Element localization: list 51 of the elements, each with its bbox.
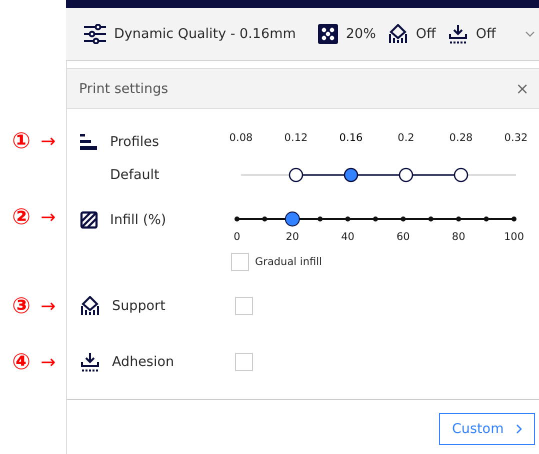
layer-height-label: 0.32 bbox=[504, 132, 528, 144]
adhesion-icon bbox=[448, 24, 468, 44]
support-icon bbox=[80, 296, 100, 316]
sliders-icon bbox=[84, 24, 106, 44]
setting-label: Support bbox=[112, 298, 166, 314]
adhesion-value: Off bbox=[476, 26, 496, 42]
profile-name: Dynamic Quality - 0.16mm bbox=[114, 26, 296, 42]
setting-label: Adhesion bbox=[112, 354, 174, 370]
tick-label: 60 bbox=[396, 231, 410, 243]
checkbox[interactable] bbox=[235, 353, 253, 371]
callout-number: ④ bbox=[12, 351, 31, 375]
callout-arrow: → bbox=[40, 295, 56, 319]
callout-number: ③ bbox=[12, 295, 31, 319]
callout-arrow: → bbox=[40, 130, 56, 154]
slider-handle[interactable] bbox=[284, 212, 300, 226]
tick-label: 100 bbox=[504, 231, 524, 243]
profile-label: Default bbox=[110, 167, 160, 183]
profile-stop[interactable] bbox=[398, 168, 414, 182]
profile-stop[interactable] bbox=[288, 168, 304, 182]
layer-height-label: 0.08 bbox=[229, 132, 253, 144]
support-icon bbox=[388, 24, 408, 44]
chevron-down-icon[interactable] bbox=[525, 31, 535, 37]
close-button[interactable]: × bbox=[514, 79, 531, 98]
infill-pattern-icon bbox=[318, 24, 338, 44]
support-value: Off bbox=[416, 26, 436, 42]
layer-height-label: 0.2 bbox=[398, 132, 414, 144]
tick-label: 0 bbox=[234, 231, 240, 243]
custom-button[interactable]: Custom bbox=[439, 413, 535, 445]
callout-arrow: → bbox=[40, 206, 56, 230]
adhesion-icon bbox=[80, 352, 100, 372]
layer-height-label: 0.12 bbox=[284, 132, 308, 144]
callout-number: ① bbox=[12, 130, 31, 154]
infill-value: 20% bbox=[346, 26, 376, 42]
tick-label: 40 bbox=[341, 231, 354, 243]
profiles-icon bbox=[80, 133, 98, 151]
checkbox[interactable] bbox=[231, 253, 249, 271]
profile-stop[interactable] bbox=[454, 168, 468, 182]
checkbox-label: Gradual infill bbox=[255, 256, 322, 268]
panel-title: Print settings bbox=[79, 80, 168, 96]
slider-handle[interactable] bbox=[344, 168, 358, 182]
setting-label: Infill (%) bbox=[110, 212, 166, 228]
callout-number: ② bbox=[12, 206, 31, 230]
checkbox[interactable] bbox=[235, 297, 253, 315]
chevron-right-icon bbox=[516, 424, 522, 434]
layer-height-label: 0.16 bbox=[339, 132, 363, 144]
layer-height-label: 0.28 bbox=[449, 132, 473, 144]
tick-label: 80 bbox=[452, 231, 466, 243]
setting-label: Profiles bbox=[110, 134, 160, 150]
callout-arrow: → bbox=[40, 351, 56, 375]
infill-icon bbox=[80, 211, 98, 229]
tick-label: 20 bbox=[286, 231, 300, 243]
